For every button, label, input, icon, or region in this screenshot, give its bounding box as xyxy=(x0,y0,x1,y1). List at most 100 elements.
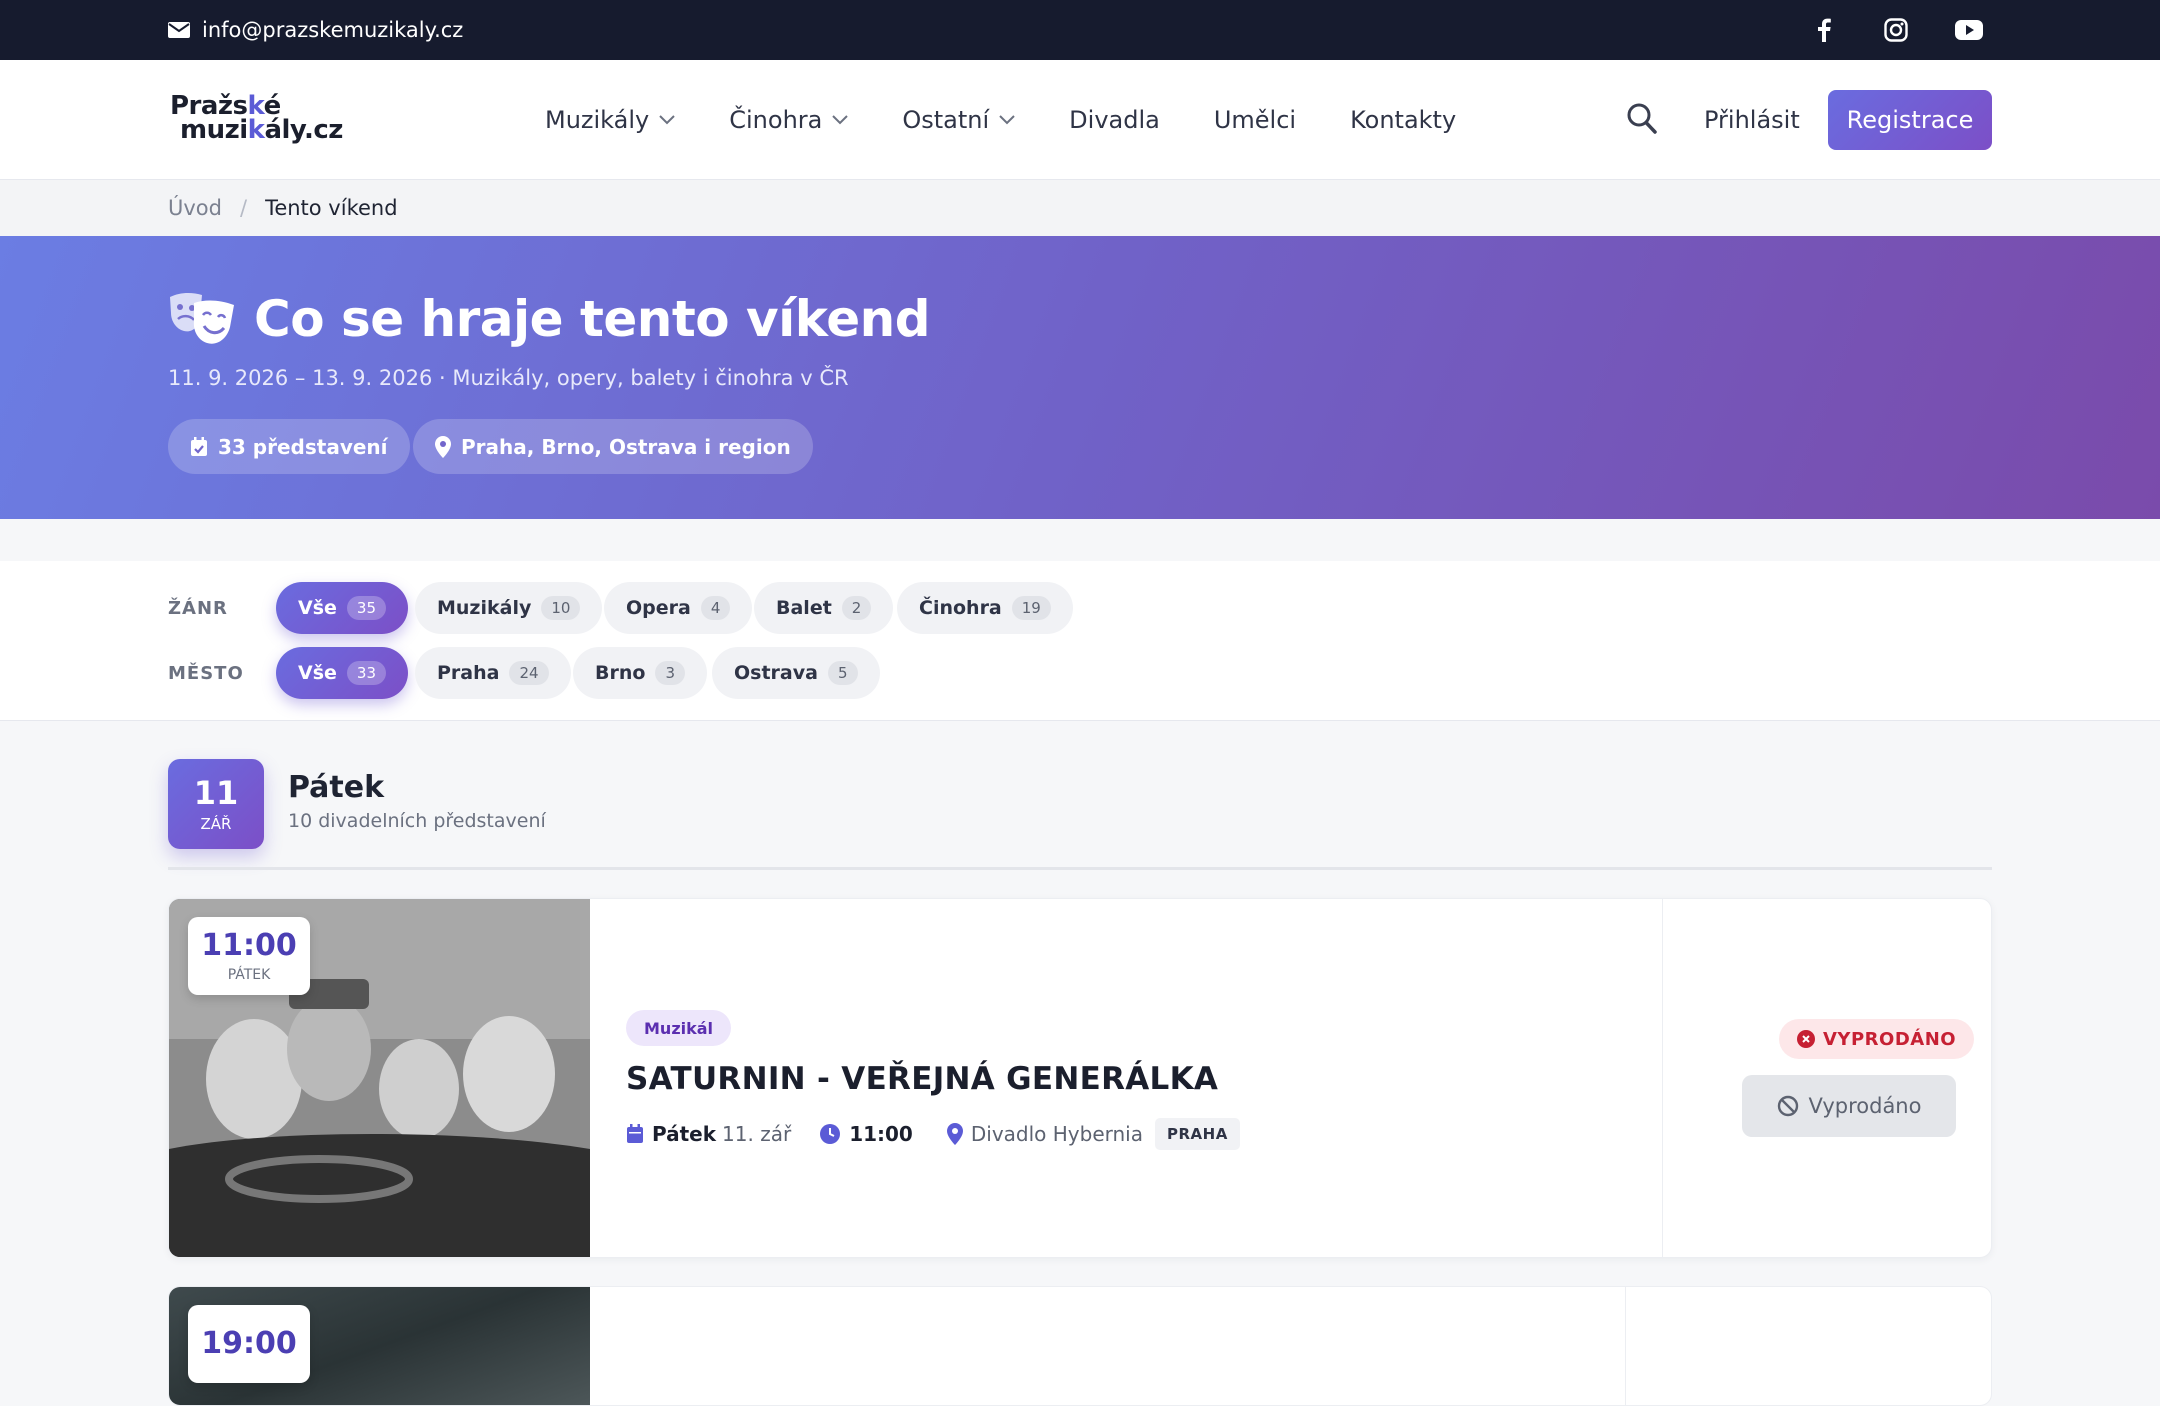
chip-label: Muzikály xyxy=(437,597,532,619)
day-badge: 11 ZÁŘ xyxy=(168,759,264,849)
genre-chip-all[interactable]: Vše 35 xyxy=(276,582,408,634)
hero-subtitle: 11. 9. 2026 – 13. 9. 2026 · Muzikály, op… xyxy=(168,366,849,390)
logo-text: muzi xyxy=(180,115,248,145)
sold-out-button-label: Vyprodáno xyxy=(1808,1094,1922,1118)
search-icon[interactable] xyxy=(1626,102,1658,136)
day-number: 11 xyxy=(193,774,239,812)
divider xyxy=(168,867,1992,870)
event-weekday: PÁTEK xyxy=(227,967,271,983)
nav-label: Kontakty xyxy=(1350,106,1457,134)
theater-masks-icon xyxy=(170,292,234,344)
envelope-icon xyxy=(168,22,190,38)
calendar-check-icon xyxy=(191,436,207,456)
chip-label: Opera xyxy=(626,597,691,619)
chip-count: 35 xyxy=(346,596,386,620)
facebook-icon[interactable] xyxy=(1804,0,1844,60)
event-date: Pátek 11. zář xyxy=(626,1122,791,1146)
genre-chip-cinohra[interactable]: Činohra 19 xyxy=(897,582,1073,634)
nav-label: Umělci xyxy=(1213,106,1297,134)
breadcrumb-separator: / xyxy=(239,196,248,220)
event-image[interactable]: 11:00 PÁTEK xyxy=(169,899,590,1257)
x-circle-icon xyxy=(1797,1030,1815,1048)
logo-text: ály.cz xyxy=(264,115,343,145)
instagram-icon[interactable] xyxy=(1876,0,1916,60)
clock-icon xyxy=(820,1124,841,1144)
genre-chip-balet[interactable]: Balet 2 xyxy=(754,582,894,634)
calendar-icon xyxy=(627,1124,643,1143)
chip-label: Vše xyxy=(298,597,337,619)
event-image[interactable]: 19:00 xyxy=(169,1287,590,1405)
nav-item-muzikaly[interactable]: Muzikály xyxy=(545,106,675,134)
region-pill: Praha, Brno, Ostrava i region xyxy=(413,419,813,474)
nav-label: Divadla xyxy=(1069,106,1160,134)
genre-tag: Muzikál xyxy=(626,1010,732,1046)
city-chip-all[interactable]: Vše 33 xyxy=(276,647,408,699)
city-badge: PRAHA xyxy=(1155,1118,1240,1150)
divider xyxy=(1662,899,1663,1257)
site-header: Pražské muzikály.cz Muzikály Činohra Ost… xyxy=(0,60,2160,180)
event-date-day: Pátek xyxy=(652,1122,717,1146)
chip-label: Praha xyxy=(437,662,500,684)
event-card[interactable]: 11:00 PÁTEK Muzikál SATURNIN - VEŘEJNÁ G… xyxy=(168,898,1992,1258)
chip-count: 19 xyxy=(1011,596,1051,620)
contact-email-text: info@prazskemuzikaly.cz xyxy=(202,18,464,42)
nav-item-cinohra[interactable]: Činohra xyxy=(729,106,849,134)
login-link[interactable]: Přihlásit xyxy=(1704,60,1800,180)
event-date-rest: 11. zář xyxy=(722,1122,792,1146)
event-time-box: 11:00 PÁTEK xyxy=(188,917,310,995)
chip-label: Balet xyxy=(776,597,832,619)
nav-label: Muzikály xyxy=(545,106,650,134)
event-time-box: 19:00 xyxy=(188,1305,310,1383)
chip-count: 2 xyxy=(841,596,872,620)
event-venue[interactable]: Divadlo Hybernia xyxy=(946,1122,1143,1146)
sold-out-badge: VYPRODÁNO xyxy=(1779,1019,1975,1059)
event-time-meta: 11:00 xyxy=(819,1122,919,1146)
pill-label: 33 představení xyxy=(218,434,388,459)
event-time: 11:00 xyxy=(201,928,297,963)
filters-panel: ŽÁNR Vše 35 Muzikály 10 Opera 4 Balet 2 Čino… xyxy=(0,561,2160,721)
nav-label: Ostatní xyxy=(902,106,990,134)
genre-chip-opera[interactable]: Opera 4 xyxy=(604,582,753,634)
map-pin-icon xyxy=(435,435,451,458)
hero-banner: Co se hraje tento víkend 11. 9. 2026 – 1… xyxy=(0,236,2160,519)
chip-count: 5 xyxy=(827,661,858,685)
event-meta: Pátek 11. zář 11:00 Divadlo Hybernia PRA… xyxy=(626,1117,1240,1151)
chevron-down-icon xyxy=(832,115,849,125)
event-title[interactable]: SATURNIN - VEŘEJNÁ GENERÁLKA xyxy=(626,1061,1218,1097)
page-title: Co se hraje tento víkend xyxy=(254,290,931,348)
chip-label: Ostrava xyxy=(734,662,818,684)
city-chip-praha[interactable]: Praha 24 xyxy=(415,647,571,699)
nav-item-umelci[interactable]: Umělci xyxy=(1214,106,1296,134)
map-pin-icon xyxy=(946,1123,963,1145)
chip-count: 4 xyxy=(700,596,731,620)
breadcrumb-home[interactable]: Úvod xyxy=(168,196,222,220)
sold-out-button[interactable]: Vyprodáno xyxy=(1742,1075,1956,1137)
logo-text-accent: k xyxy=(247,115,265,145)
breadcrumb-current: Tento víkend xyxy=(265,196,398,220)
city-chip-brno[interactable]: Brno 3 xyxy=(573,647,707,699)
breadcrumb: Úvod / Tento víkend xyxy=(0,180,2160,236)
event-venue-text: Divadlo Hybernia xyxy=(970,1122,1143,1146)
event-card[interactable]: 19:00 xyxy=(168,1286,1992,1406)
contact-email[interactable]: info@prazskemuzikaly.cz xyxy=(168,0,463,60)
site-logo[interactable]: Pražské muzikály.cz xyxy=(170,93,343,145)
genre-chip-muzikaly[interactable]: Muzikály 10 xyxy=(415,582,603,634)
main-nav: Muzikály Činohra Ostatní Divadla Umělci … xyxy=(545,60,1510,180)
chip-label: Vše xyxy=(298,662,337,684)
day-subtitle: 10 divadelních představení xyxy=(288,810,546,832)
chip-label: Činohra xyxy=(919,597,1002,619)
performance-count-pill: 33 představení xyxy=(168,419,410,474)
nav-item-kontakty[interactable]: Kontakty xyxy=(1350,106,1456,134)
genre-filter-label: ŽÁNR xyxy=(168,598,228,619)
nav-item-divadla[interactable]: Divadla xyxy=(1069,106,1160,134)
register-button[interactable]: Registrace xyxy=(1828,90,1992,150)
youtube-icon[interactable] xyxy=(1949,0,1989,60)
chip-label: Brno xyxy=(595,662,646,684)
city-chip-ostrava[interactable]: Ostrava 5 xyxy=(712,647,880,699)
chip-count: 3 xyxy=(655,661,685,685)
pill-label: Praha, Brno, Ostrava i region xyxy=(461,434,791,459)
nav-item-ostatni[interactable]: Ostatní xyxy=(902,106,1015,134)
chip-count: 24 xyxy=(509,661,549,685)
chevron-down-icon xyxy=(999,115,1015,125)
chevron-down-icon xyxy=(659,115,675,125)
